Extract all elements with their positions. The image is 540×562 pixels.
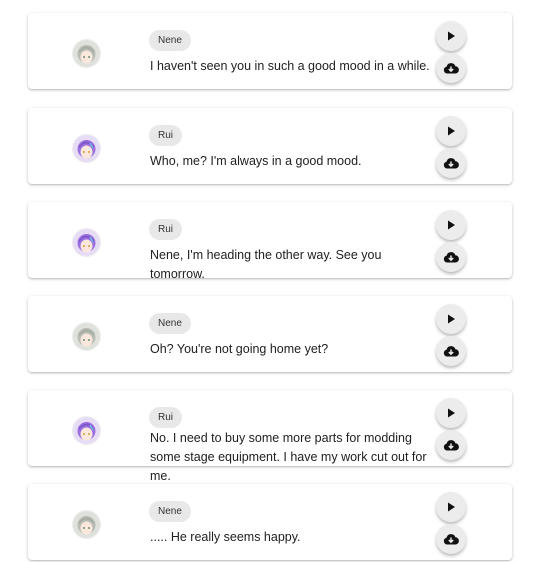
speaker-label: Nene bbox=[149, 313, 191, 334]
play-icon bbox=[448, 502, 455, 512]
download-button[interactable] bbox=[436, 242, 466, 272]
cloud-download-icon bbox=[443, 252, 459, 263]
play-button[interactable] bbox=[436, 398, 466, 428]
cloud-download-icon bbox=[443, 158, 459, 169]
cloud-download-icon bbox=[443, 440, 459, 451]
voice-line-card: Rui Who, me? I'm always in a good mood. bbox=[28, 108, 512, 184]
play-button[interactable] bbox=[436, 210, 466, 240]
cloud-download-icon bbox=[443, 63, 459, 74]
speaker-label: Rui bbox=[149, 125, 183, 146]
download-button[interactable] bbox=[436, 148, 466, 178]
avatar-rui bbox=[73, 417, 100, 444]
voice-line-card: Nene I haven't seen you in such a good m… bbox=[28, 13, 512, 89]
play-icon bbox=[448, 408, 455, 418]
play-button[interactable] bbox=[436, 116, 466, 146]
voice-line-card: Nene ..... He really seems happy. bbox=[28, 484, 512, 560]
play-icon bbox=[448, 220, 455, 230]
download-button[interactable] bbox=[436, 524, 466, 554]
download-button[interactable] bbox=[436, 336, 466, 366]
dialogue-text: No. I need to buy some more parts for mo… bbox=[150, 431, 427, 483]
speaker-label: Nene bbox=[149, 501, 191, 522]
avatar-rui bbox=[73, 229, 100, 256]
avatar-nene bbox=[73, 40, 100, 67]
play-icon bbox=[448, 31, 455, 41]
avatar-rui bbox=[73, 135, 100, 162]
play-button[interactable] bbox=[436, 304, 466, 334]
download-button[interactable] bbox=[436, 53, 466, 83]
play-icon bbox=[448, 314, 455, 324]
cloud-download-icon bbox=[443, 534, 459, 545]
cloud-download-icon bbox=[443, 346, 459, 357]
dialogue-text: I haven't seen you in such a good mood i… bbox=[150, 59, 430, 73]
voice-line-card: Rui Nene, I'm heading the other way. See… bbox=[28, 202, 512, 281]
avatar-nene bbox=[73, 511, 100, 538]
speaker-label: Nene bbox=[149, 30, 191, 51]
speaker-label: Rui bbox=[149, 407, 183, 428]
play-icon bbox=[448, 126, 455, 136]
play-button[interactable] bbox=[436, 492, 466, 522]
voice-line-list: Nene I haven't seen you in such a good m… bbox=[0, 0, 540, 562]
dialogue-text: Who, me? I'm always in a good mood. bbox=[150, 154, 362, 168]
avatar-nene bbox=[73, 323, 100, 350]
dialogue-text: Oh? You're not going home yet? bbox=[150, 342, 329, 356]
voice-line-card: Nene Oh? You're not going home yet? bbox=[28, 296, 512, 372]
download-button[interactable] bbox=[436, 430, 466, 460]
dialogue-text: Nene, I'm heading the other way. See you… bbox=[150, 248, 382, 281]
voice-line-card: Rui No. I need to buy some more parts fo… bbox=[28, 390, 512, 483]
play-button[interactable] bbox=[436, 21, 466, 51]
dialogue-text: ..... He really seems happy. bbox=[150, 530, 301, 544]
speaker-label: Rui bbox=[149, 219, 183, 240]
